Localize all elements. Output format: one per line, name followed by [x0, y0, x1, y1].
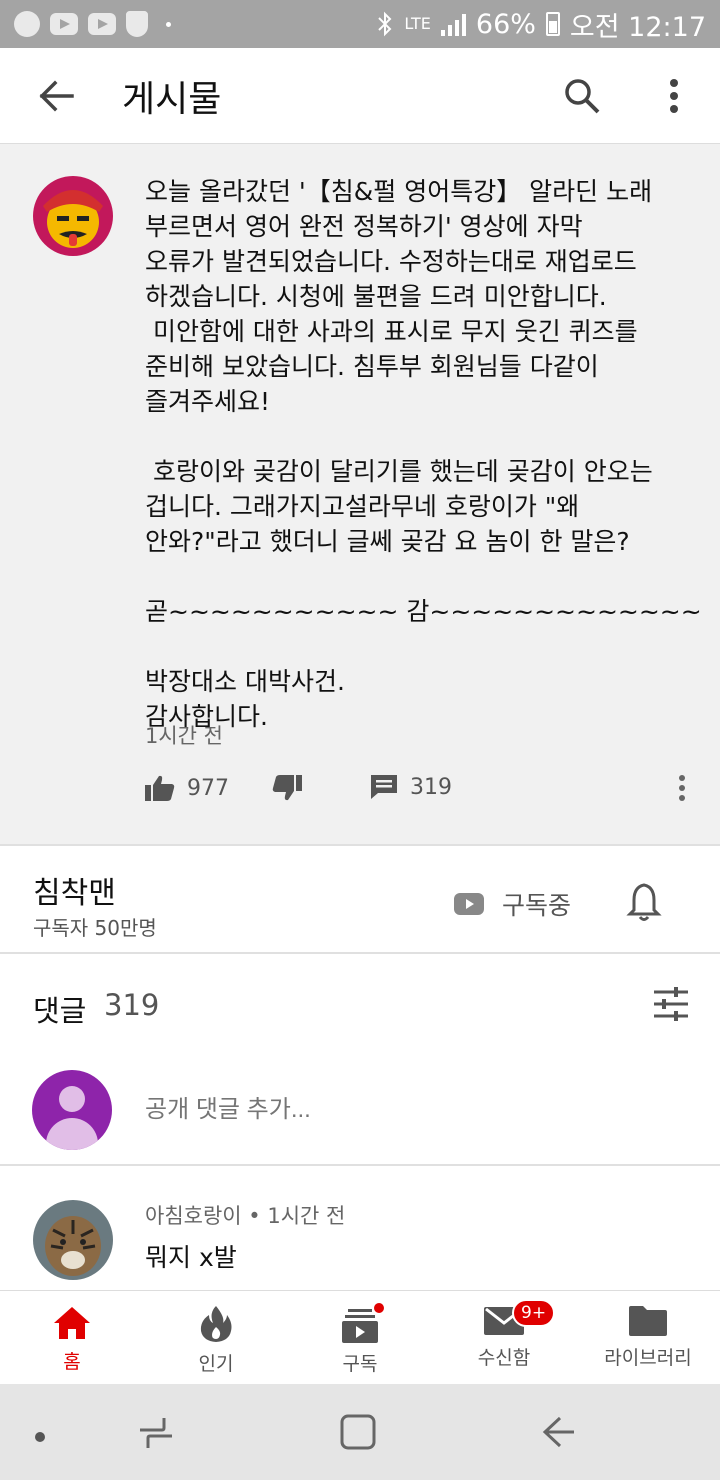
comment-meta: 아침호랑이 • 1시간 전 [145, 1204, 346, 1228]
sort-icon [654, 987, 688, 1021]
nav-trending[interactable]: 인기 [144, 1291, 288, 1385]
comment-item: 아침호랑이 • 1시간 전 뭐지 x발 [0, 1168, 720, 1290]
battery-icon [545, 12, 560, 36]
system-navigation-bar [0, 1384, 720, 1480]
post-time: 1시간 전 [145, 724, 223, 748]
subscriptions-new-dot [372, 1301, 386, 1315]
signal-icon [440, 12, 466, 36]
user-avatar [32, 1070, 112, 1150]
cartoon-face-icon [33, 176, 113, 256]
like-count: 977 [187, 775, 229, 801]
add-comment-row [0, 1060, 720, 1166]
sort-comments-button[interactable] [652, 986, 690, 1026]
post-text: 오늘 올라갔던 '【침&펄 영어특강】 알라딘 노래 부르면서 영어 완전 정복… [145, 177, 702, 731]
nav-subscriptions[interactable]: 구독 [288, 1291, 432, 1385]
nav-trending-label: 인기 [198, 1353, 234, 1375]
youtube-notification-icon [50, 13, 78, 35]
dislike-button[interactable] [272, 774, 302, 802]
comments-title: 댓글 [33, 994, 87, 1028]
nav-library-label: 라이브러리 [604, 1347, 692, 1369]
youtube-notification-icon [88, 13, 116, 35]
network-type: LTE [404, 14, 431, 33]
nav-library[interactable]: 라이브러리 [576, 1291, 720, 1385]
thumbs-up-icon [145, 775, 175, 801]
battery-percent: 66% [475, 8, 536, 40]
more-vert-icon [679, 775, 685, 801]
home-system-button[interactable] [340, 1414, 376, 1454]
app-notification-icon [14, 11, 40, 37]
thumbs-down-icon [272, 775, 302, 801]
tiger-photo-icon [33, 1200, 113, 1280]
back-arrow-icon [39, 80, 74, 111]
comments-header: 댓글 319 [0, 956, 720, 1056]
home-icon [54, 1307, 90, 1339]
subscribed-button[interactable]: 구독중 [454, 886, 571, 922]
search-button[interactable] [536, 48, 628, 144]
status-bar: LTE 66% 오전 12:17 [0, 0, 720, 48]
dot-icon [35, 1432, 45, 1442]
commenter-avatar[interactable] [33, 1200, 113, 1280]
comments-count: 319 [104, 988, 160, 1022]
nav-inbox-label: 수신함 [477, 1347, 531, 1369]
channel-row: 침착맨 구독자 50만명 구독중 [0, 846, 720, 954]
post-actions: 977 319 [0, 774, 720, 818]
back-button[interactable] [0, 48, 112, 144]
youtube-icon [454, 893, 484, 915]
bell-icon [626, 883, 662, 921]
comment-text: 뭐지 x발 [145, 1243, 237, 1272]
subscribed-label: 구독중 [502, 891, 572, 920]
community-post: 오늘 올라갔던 '【침&펄 영어특강】 알라딘 노래 부르면서 영어 완전 정복… [0, 144, 720, 846]
more-options-button[interactable] [628, 48, 720, 144]
search-icon [565, 78, 600, 113]
bottom-navigation: 홈 인기 구독 9+ 수신함 라이브러리 [0, 1290, 720, 1384]
bluetooth-icon [378, 11, 392, 37]
nav-inbox[interactable]: 9+ 수신함 [432, 1291, 576, 1385]
folder-icon [629, 1306, 667, 1336]
post-more-button[interactable] [678, 774, 686, 802]
subscriber-count: 구독자 50만명 [33, 916, 157, 940]
recent-apps-icon [140, 1418, 172, 1448]
nav-home[interactable]: 홈 [0, 1291, 144, 1385]
comment-count: 319 [410, 774, 452, 800]
nav-home-label: 홈 [63, 1351, 81, 1373]
more-notifications-dot [166, 21, 171, 27]
comment-icon [371, 775, 397, 799]
clock: 오전 12:17 [569, 11, 706, 43]
inbox-badge: 9+ [512, 1299, 556, 1327]
notification-bell-button[interactable] [626, 882, 662, 926]
add-comment-input[interactable] [145, 1096, 645, 1124]
flame-icon [200, 1306, 232, 1342]
shield-icon [126, 11, 148, 37]
back-system-button[interactable] [540, 1414, 576, 1454]
app-bar: 게시물 [0, 48, 720, 144]
recent-apps-button[interactable] [138, 1416, 174, 1454]
nav-subscriptions-label: 구독 [342, 1353, 378, 1375]
assist-dot-button[interactable] [34, 1428, 46, 1447]
comment-button[interactable]: 319 [370, 774, 452, 800]
like-button[interactable]: 977 [145, 774, 229, 802]
channel-name[interactable]: 침착맨 [33, 868, 116, 912]
home-square-icon [340, 1414, 376, 1450]
page-title: 게시물 [122, 78, 222, 120]
channel-avatar[interactable] [33, 176, 113, 256]
back-system-icon [542, 1416, 574, 1448]
more-vert-icon [670, 78, 678, 113]
